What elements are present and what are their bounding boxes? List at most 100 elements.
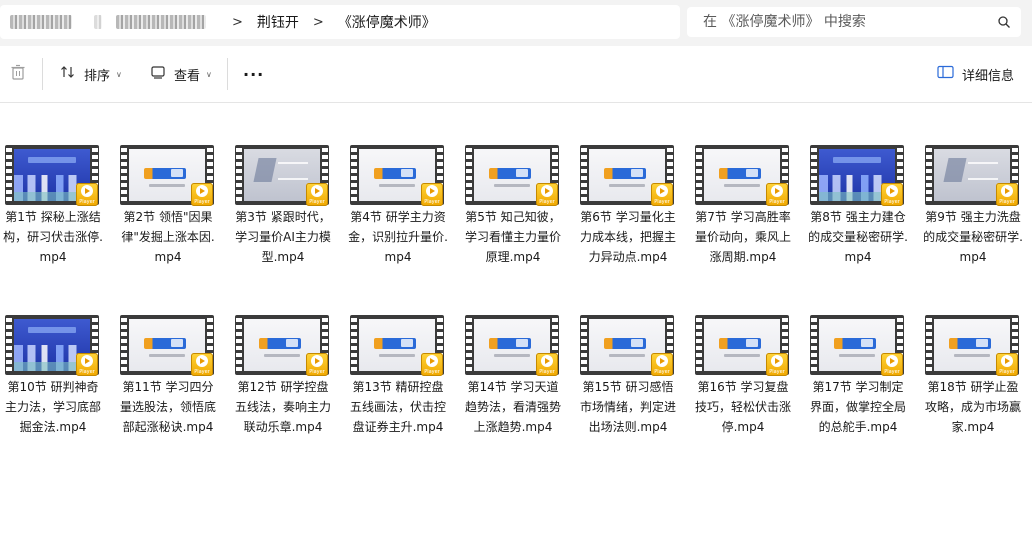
file-item[interactable]: Player 第4节 研学主力资金，识别拉升量价.mp4	[345, 143, 460, 313]
file-item[interactable]: Player 第17节 学习制定界面，做掌控全局的总舵手.mp4	[805, 313, 920, 483]
player-icon-label: Player	[194, 369, 210, 375]
player-icon-label: Player	[654, 199, 670, 205]
thumb-subtitle-bar	[379, 184, 415, 187]
thumb-brand-logo	[719, 338, 761, 349]
player-app-icon: Player	[76, 183, 98, 206]
file-item[interactable]: Player 第9节 强主力洗盘的成交量秘密研学.mp4	[920, 143, 1032, 313]
film-strip	[236, 318, 242, 372]
thumb-subtitle-bar	[724, 354, 760, 357]
file-item[interactable]: Player 第2节 领悟"因果律"发掘上涨本因.mp4	[115, 143, 230, 313]
file-item[interactable]: Player 第6节 学习量化主力成本线，把握主力异动点.mp4	[575, 143, 690, 313]
thumb-brand-logo	[834, 338, 876, 349]
blurred-path-segment[interactable]	[10, 15, 72, 29]
thumb-brand-logo	[259, 338, 301, 349]
file-name: 第1节 探秘上涨结构，研习伏击涨停.mp4	[3, 210, 103, 264]
film-strip	[121, 318, 127, 372]
thumb-logo-block	[943, 158, 967, 182]
view-button[interactable]: 查看 ∨	[150, 62, 212, 86]
player-icon-label: Player	[884, 199, 900, 205]
more-options-button[interactable]: ···	[243, 62, 264, 86]
file-name: 第14节 学习天道趋势法，看清强势上涨趋势.mp4	[464, 380, 561, 434]
player-app-icon: Player	[881, 353, 903, 376]
file-name: 第10节 研判神奇主力法，学习底部掘金法.mp4	[4, 380, 101, 434]
file-item[interactable]: Player 第8节 强主力建仓的成交量秘密研学.mp4	[805, 143, 920, 313]
file-item[interactable]: Player 第10节 研判神奇主力法，学习底部掘金法.mp4	[0, 313, 115, 483]
player-app-icon: Player	[421, 353, 443, 376]
search-box[interactable]	[687, 7, 1021, 37]
thumb-title-bar	[833, 157, 881, 163]
player-app-icon: Player	[421, 183, 443, 206]
film-strip	[121, 148, 127, 202]
player-app-icon: Player	[766, 353, 788, 376]
breadcrumb[interactable]: > 荆钰开 > 《涨停魔术师》	[0, 5, 680, 39]
file-item[interactable]: Player 第5节 知己知彼，学习看懂主力量价原理.mp4	[460, 143, 575, 313]
breadcrumb-chevron-icon[interactable]: >	[313, 15, 324, 30]
player-app-icon: Player	[306, 183, 328, 206]
search-icon[interactable]	[997, 14, 1011, 33]
player-icon-label: Player	[884, 369, 900, 375]
chevron-down-icon: ∨	[116, 69, 122, 79]
file-name: 第11节 学习四分量选股法，领悟底部起涨秘诀.mp4	[119, 380, 216, 434]
details-pane-button[interactable]: 详细信息	[937, 62, 1014, 86]
file-item[interactable]: Player 第13节 精研控盘五线画法，伏击控盘证券主升.mp4	[345, 313, 460, 483]
file-item[interactable]: Player 第18节 研学止盈攻略，成为市场赢家.mp4	[920, 313, 1032, 483]
thumb-brand-logo	[949, 338, 991, 349]
player-app-icon: Player	[536, 183, 558, 206]
thumb-brand-logo	[144, 338, 186, 349]
thumb-title-bar	[28, 327, 76, 333]
sort-button[interactable]: 排序 ∨	[60, 62, 122, 86]
thumb-subtitle-bar	[609, 354, 645, 357]
player-app-icon: Player	[76, 353, 98, 376]
thumb-brand-logo	[489, 338, 531, 349]
thumb-subtitle-bar	[379, 354, 415, 357]
thumb-subtitle-bar	[839, 354, 875, 357]
file-item[interactable]: Player 第14节 学习天道趋势法，看清强势上涨趋势.mp4	[460, 313, 575, 483]
view-label: 查看	[174, 68, 201, 84]
breadcrumb-item[interactable]: 荆钰开	[257, 12, 299, 32]
file-name: 第6节 学习量化主力成本线，把握主力异动点.mp4	[579, 210, 676, 264]
address-bar: > 荆钰开 > 《涨停魔术师》	[0, 0, 1032, 46]
film-strip	[6, 318, 12, 372]
film-strip	[351, 148, 357, 202]
thumb-title-graphic	[968, 162, 998, 180]
file-name: 第16节 学习复盘技巧，轻松伏击涨停.mp4	[694, 380, 791, 434]
thumb-brand-logo	[604, 338, 646, 349]
film-strip	[6, 148, 12, 202]
file-item[interactable]: Player 第16节 学习复盘技巧，轻松伏击涨停.mp4	[690, 313, 805, 483]
file-name: 第5节 知己知彼，学习看懂主力量价原理.mp4	[464, 210, 561, 264]
search-input[interactable]	[701, 13, 985, 31]
thumb-subtitle-bar	[494, 184, 530, 187]
file-name: 第8节 强主力建仓的成交量秘密研学.mp4	[808, 210, 908, 264]
player-icon-label: Player	[424, 369, 440, 375]
thumb-subtitle-bar	[494, 354, 530, 357]
player-icon-label: Player	[769, 199, 785, 205]
thumb-subtitle-bar	[609, 184, 645, 187]
player-app-icon: Player	[536, 353, 558, 376]
thumb-title-graphic	[278, 162, 308, 180]
breadcrumb-item-current[interactable]: 《涨停魔术师》	[338, 12, 436, 32]
player-app-icon: Player	[881, 183, 903, 206]
toolbar-divider	[227, 58, 228, 90]
file-item[interactable]: Player 第15节 研习感悟市场情绪，判定进出场法则.mp4	[575, 313, 690, 483]
film-strip	[466, 318, 472, 372]
thumb-subtitle-bar	[149, 184, 185, 187]
film-strip	[926, 148, 932, 202]
thumb-subtitle-bar	[149, 354, 185, 357]
file-item[interactable]: Player 第3节 紧跟时代，学习量价AI主力模型.mp4	[230, 143, 345, 313]
player-icon-label: Player	[79, 369, 95, 375]
thumb-title-bar	[28, 157, 76, 163]
blurred-path-segment[interactable]	[116, 15, 206, 29]
thumb-brand-logo	[489, 168, 531, 179]
player-icon-label: Player	[999, 369, 1015, 375]
file-name: 第9节 强主力洗盘的成交量秘密研学.mp4	[923, 210, 1023, 264]
delete-button[interactable]	[9, 62, 27, 86]
breadcrumb-chevron-icon[interactable]: >	[232, 15, 243, 30]
file-item[interactable]: Player 第11节 学习四分量选股法，领悟底部起涨秘诀.mp4	[115, 313, 230, 483]
file-item[interactable]: Player 第7节 学习高胜率量价动向，乘风上涨周期.mp4	[690, 143, 805, 313]
file-item[interactable]: Player 第1节 探秘上涨结构，研习伏击涨停.mp4	[0, 143, 115, 313]
file-item[interactable]: Player 第12节 研学控盘五线法，奏响主力联动乐章.mp4	[230, 313, 345, 483]
file-name: 第13节 精研控盘五线画法，伏击控盘证券主升.mp4	[349, 380, 446, 434]
player-app-icon: Player	[191, 353, 213, 376]
view-icon	[150, 64, 166, 84]
film-strip	[351, 318, 357, 372]
